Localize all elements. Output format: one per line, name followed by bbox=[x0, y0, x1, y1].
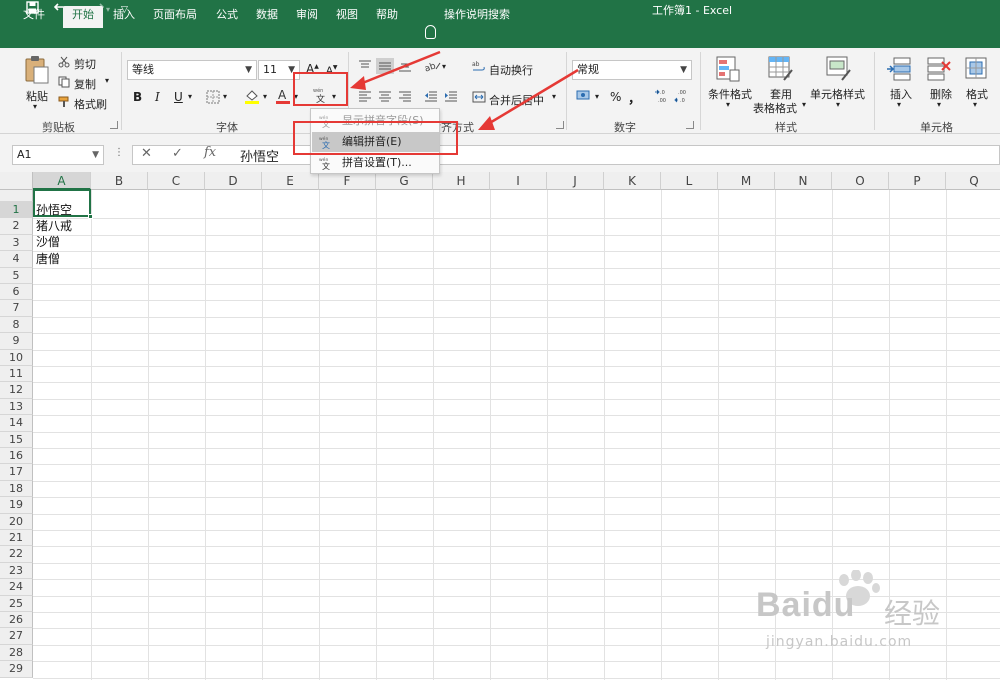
watermark-url: jingyan.baidu.com bbox=[766, 634, 913, 650]
watermark-brand-cn: 经验 bbox=[884, 597, 941, 630]
watermark-brand: Baidu bbox=[756, 586, 856, 624]
